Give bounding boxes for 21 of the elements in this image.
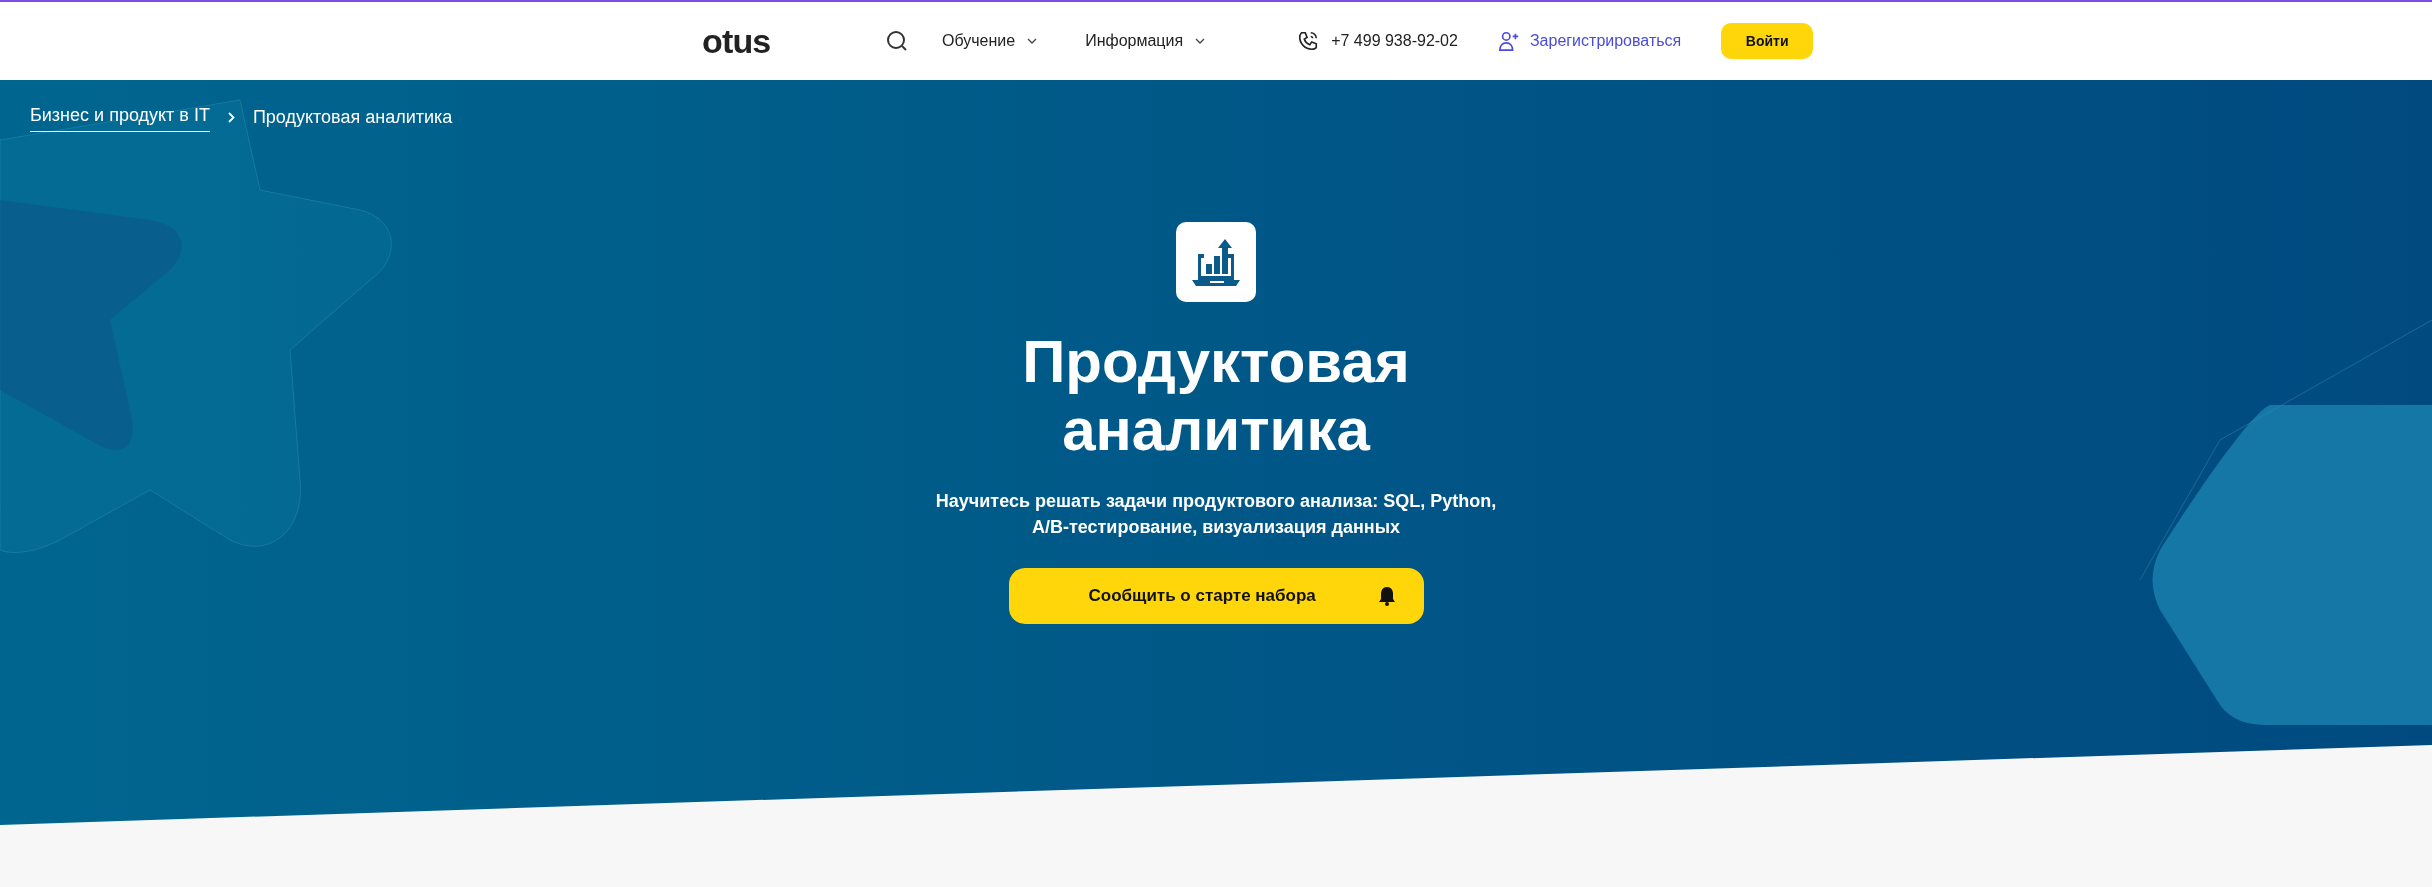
chevron-right-icon bbox=[227, 111, 235, 123]
nav-menu[interactable]: Информация bbox=[1085, 29, 1206, 53]
logo[interactable]: otus bbox=[702, 24, 786, 58]
add-user-icon bbox=[1497, 30, 1520, 52]
register-link[interactable]: Зарегистрироваться bbox=[1529, 29, 1682, 53]
login-button[interactable]: Войти bbox=[1721, 23, 1814, 59]
analytics-icon bbox=[1176, 222, 1256, 302]
subtitle: Научитесь решать задачи продуктового анализа: SQL, Python, bbox=[935, 490, 1497, 513]
chevron-down-icon bbox=[1027, 38, 1038, 44]
page-title: аналитика bbox=[1062, 396, 1370, 464]
notify-button[interactable]: Сообщить о старте набора bbox=[1008, 568, 1424, 624]
phone-icon bbox=[1297, 30, 1320, 52]
nav-menu[interactable]: Обучение bbox=[942, 29, 1038, 53]
chevron-down-icon bbox=[1195, 38, 1206, 44]
bell-icon bbox=[1377, 586, 1396, 606]
breadcrumb-current: Продуктовая аналитика bbox=[252, 105, 453, 129]
search-icon[interactable] bbox=[886, 30, 908, 52]
phone-number[interactable]: +7 499 938-92-02 bbox=[1331, 29, 1458, 53]
breadcrumb-link[interactable]: Бизнес и продукт в IT bbox=[30, 102, 210, 132]
subtitle: A/B-тестирование, визуализация данных bbox=[1031, 516, 1401, 539]
page-title: Продуктовая bbox=[1022, 328, 1410, 396]
